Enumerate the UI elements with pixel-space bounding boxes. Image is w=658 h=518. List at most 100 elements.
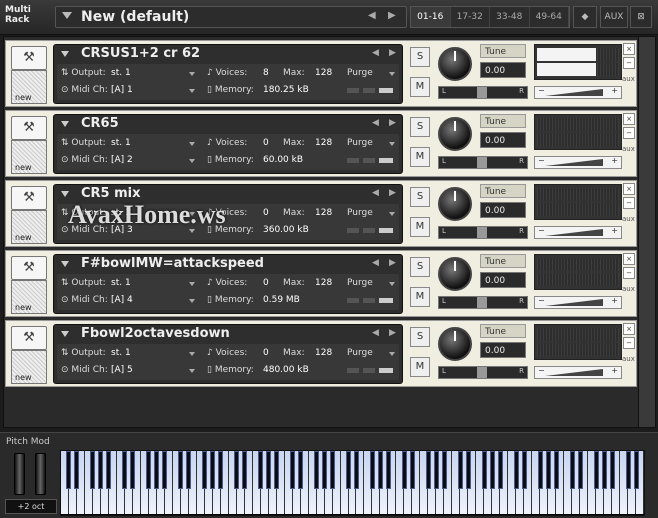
- mod-wheel[interactable]: [35, 453, 46, 495]
- max-voices[interactable]: 128: [315, 277, 332, 290]
- black-key[interactable]: [242, 451, 248, 489]
- purge-menu[interactable]: Purge: [347, 207, 395, 220]
- instrument-name[interactable]: Fbowl2octavesdown: [81, 326, 230, 341]
- volume-slider[interactable]: − +: [534, 86, 622, 99]
- mute-button[interactable]: M: [410, 287, 430, 307]
- black-key[interactable]: [346, 451, 351, 489]
- instrument-thumbnail[interactable]: new: [11, 140, 47, 174]
- black-key[interactable]: [178, 451, 184, 489]
- volume-slider[interactable]: − +: [534, 296, 622, 309]
- purge-menu[interactable]: Purge: [347, 67, 395, 80]
- black-key[interactable]: [274, 451, 280, 489]
- pan-handle[interactable]: [477, 157, 487, 168]
- tune-value[interactable]: 0.00: [480, 342, 526, 358]
- aux-label[interactable]: aux: [622, 215, 635, 223]
- black-key[interactable]: [601, 451, 607, 489]
- black-key[interactable]: [425, 451, 431, 489]
- next-preset-icon[interactable]: ▶: [388, 10, 396, 21]
- black-key[interactable]: [433, 451, 439, 489]
- aux-label[interactable]: aux: [622, 285, 635, 293]
- tune-knob[interactable]: [438, 117, 472, 151]
- octave-selector[interactable]: +2 oct: [5, 499, 57, 514]
- tune-knob[interactable]: [438, 47, 472, 81]
- diamond-icon[interactable]: ◆: [573, 6, 597, 28]
- instrument-thumbnail[interactable]: new: [11, 210, 47, 244]
- black-key[interactable]: [218, 451, 224, 489]
- black-key[interactable]: [330, 451, 336, 489]
- purge-menu[interactable]: Purge: [347, 277, 395, 290]
- purge-menu[interactable]: Purge: [347, 137, 395, 150]
- black-key[interactable]: [186, 451, 192, 489]
- next-instrument-icon[interactable]: ▶: [389, 258, 396, 268]
- black-key[interactable]: [377, 451, 383, 489]
- black-key[interactable]: [130, 451, 136, 489]
- close-icon[interactable]: ×: [623, 323, 635, 335]
- pan-slider[interactable]: L R: [438, 156, 528, 169]
- minimize-icon[interactable]: −: [623, 127, 635, 139]
- prev-instrument-icon[interactable]: ◀: [372, 118, 379, 128]
- tab-range-01-16[interactable]: 01-16: [411, 7, 451, 27]
- aux-label[interactable]: aux: [622, 75, 635, 83]
- pan-handle[interactable]: [477, 367, 487, 378]
- max-voices[interactable]: 128: [315, 347, 332, 360]
- solo-button[interactable]: S: [410, 187, 430, 207]
- instrument-thumbnail[interactable]: new: [11, 280, 47, 314]
- black-key[interactable]: [489, 451, 495, 489]
- black-key[interactable]: [521, 451, 527, 489]
- aux-button[interactable]: AUX: [600, 6, 628, 28]
- dropdown-icon[interactable]: [61, 191, 69, 197]
- wrench-icon[interactable]: ⚒: [11, 46, 47, 70]
- black-key[interactable]: [298, 451, 304, 489]
- max-voices[interactable]: 128: [315, 207, 332, 220]
- mute-button[interactable]: M: [410, 357, 430, 377]
- tune-knob[interactable]: [438, 187, 472, 221]
- black-key[interactable]: [609, 451, 615, 489]
- volume-slider[interactable]: − +: [534, 156, 622, 169]
- output-select[interactable]: st. 1: [111, 67, 195, 80]
- black-key[interactable]: [633, 451, 639, 489]
- aux-label[interactable]: aux: [622, 355, 635, 363]
- dropdown-icon[interactable]: [61, 261, 69, 267]
- midi-channel-select[interactable]: [A] 1: [111, 84, 195, 97]
- dropdown-icon[interactable]: [61, 121, 69, 127]
- collapse-icon[interactable]: ⊠: [630, 6, 652, 28]
- pan-handle[interactable]: [477, 87, 487, 98]
- midi-channel-select[interactable]: [A] 2: [111, 154, 195, 167]
- black-key[interactable]: [322, 451, 328, 489]
- tune-knob[interactable]: [438, 327, 472, 361]
- pan-slider[interactable]: L R: [438, 226, 528, 239]
- wrench-icon[interactable]: ⚒: [11, 256, 47, 280]
- black-key[interactable]: [210, 451, 216, 489]
- next-instrument-icon[interactable]: ▶: [389, 48, 396, 58]
- wrench-icon[interactable]: ⚒: [11, 326, 47, 350]
- black-key[interactable]: [569, 451, 575, 489]
- pan-slider[interactable]: L R: [438, 296, 528, 309]
- black-key[interactable]: [385, 451, 391, 489]
- prev-instrument-icon[interactable]: ◀: [372, 258, 379, 268]
- tune-value[interactable]: 0.00: [480, 202, 526, 218]
- pan-slider[interactable]: L R: [438, 86, 528, 99]
- tune-value[interactable]: 0.00: [480, 62, 526, 78]
- black-key[interactable]: [314, 451, 320, 489]
- next-instrument-icon[interactable]: ▶: [389, 188, 396, 198]
- black-key[interactable]: [353, 451, 359, 489]
- midi-channel-select[interactable]: [A] 5: [111, 364, 195, 377]
- black-key[interactable]: [154, 451, 160, 489]
- instrument-name[interactable]: CR5 mix: [81, 186, 141, 201]
- black-key[interactable]: [146, 451, 152, 489]
- black-key[interactable]: [369, 451, 375, 489]
- solo-button[interactable]: S: [410, 117, 430, 137]
- black-key[interactable]: [90, 451, 96, 489]
- black-key[interactable]: [537, 451, 543, 489]
- midi-channel-select[interactable]: [A] 4: [111, 294, 195, 307]
- black-key[interactable]: [401, 451, 407, 489]
- black-key[interactable]: [497, 451, 503, 489]
- max-voices[interactable]: 128: [315, 67, 332, 80]
- black-key[interactable]: [625, 451, 631, 489]
- black-key[interactable]: [66, 451, 72, 489]
- max-voices[interactable]: 128: [315, 137, 332, 150]
- instrument-name[interactable]: F#bowlMW=attackspeed: [81, 256, 264, 271]
- close-icon[interactable]: ×: [623, 183, 635, 195]
- black-key[interactable]: [258, 451, 264, 489]
- volume-slider[interactable]: − +: [534, 226, 622, 239]
